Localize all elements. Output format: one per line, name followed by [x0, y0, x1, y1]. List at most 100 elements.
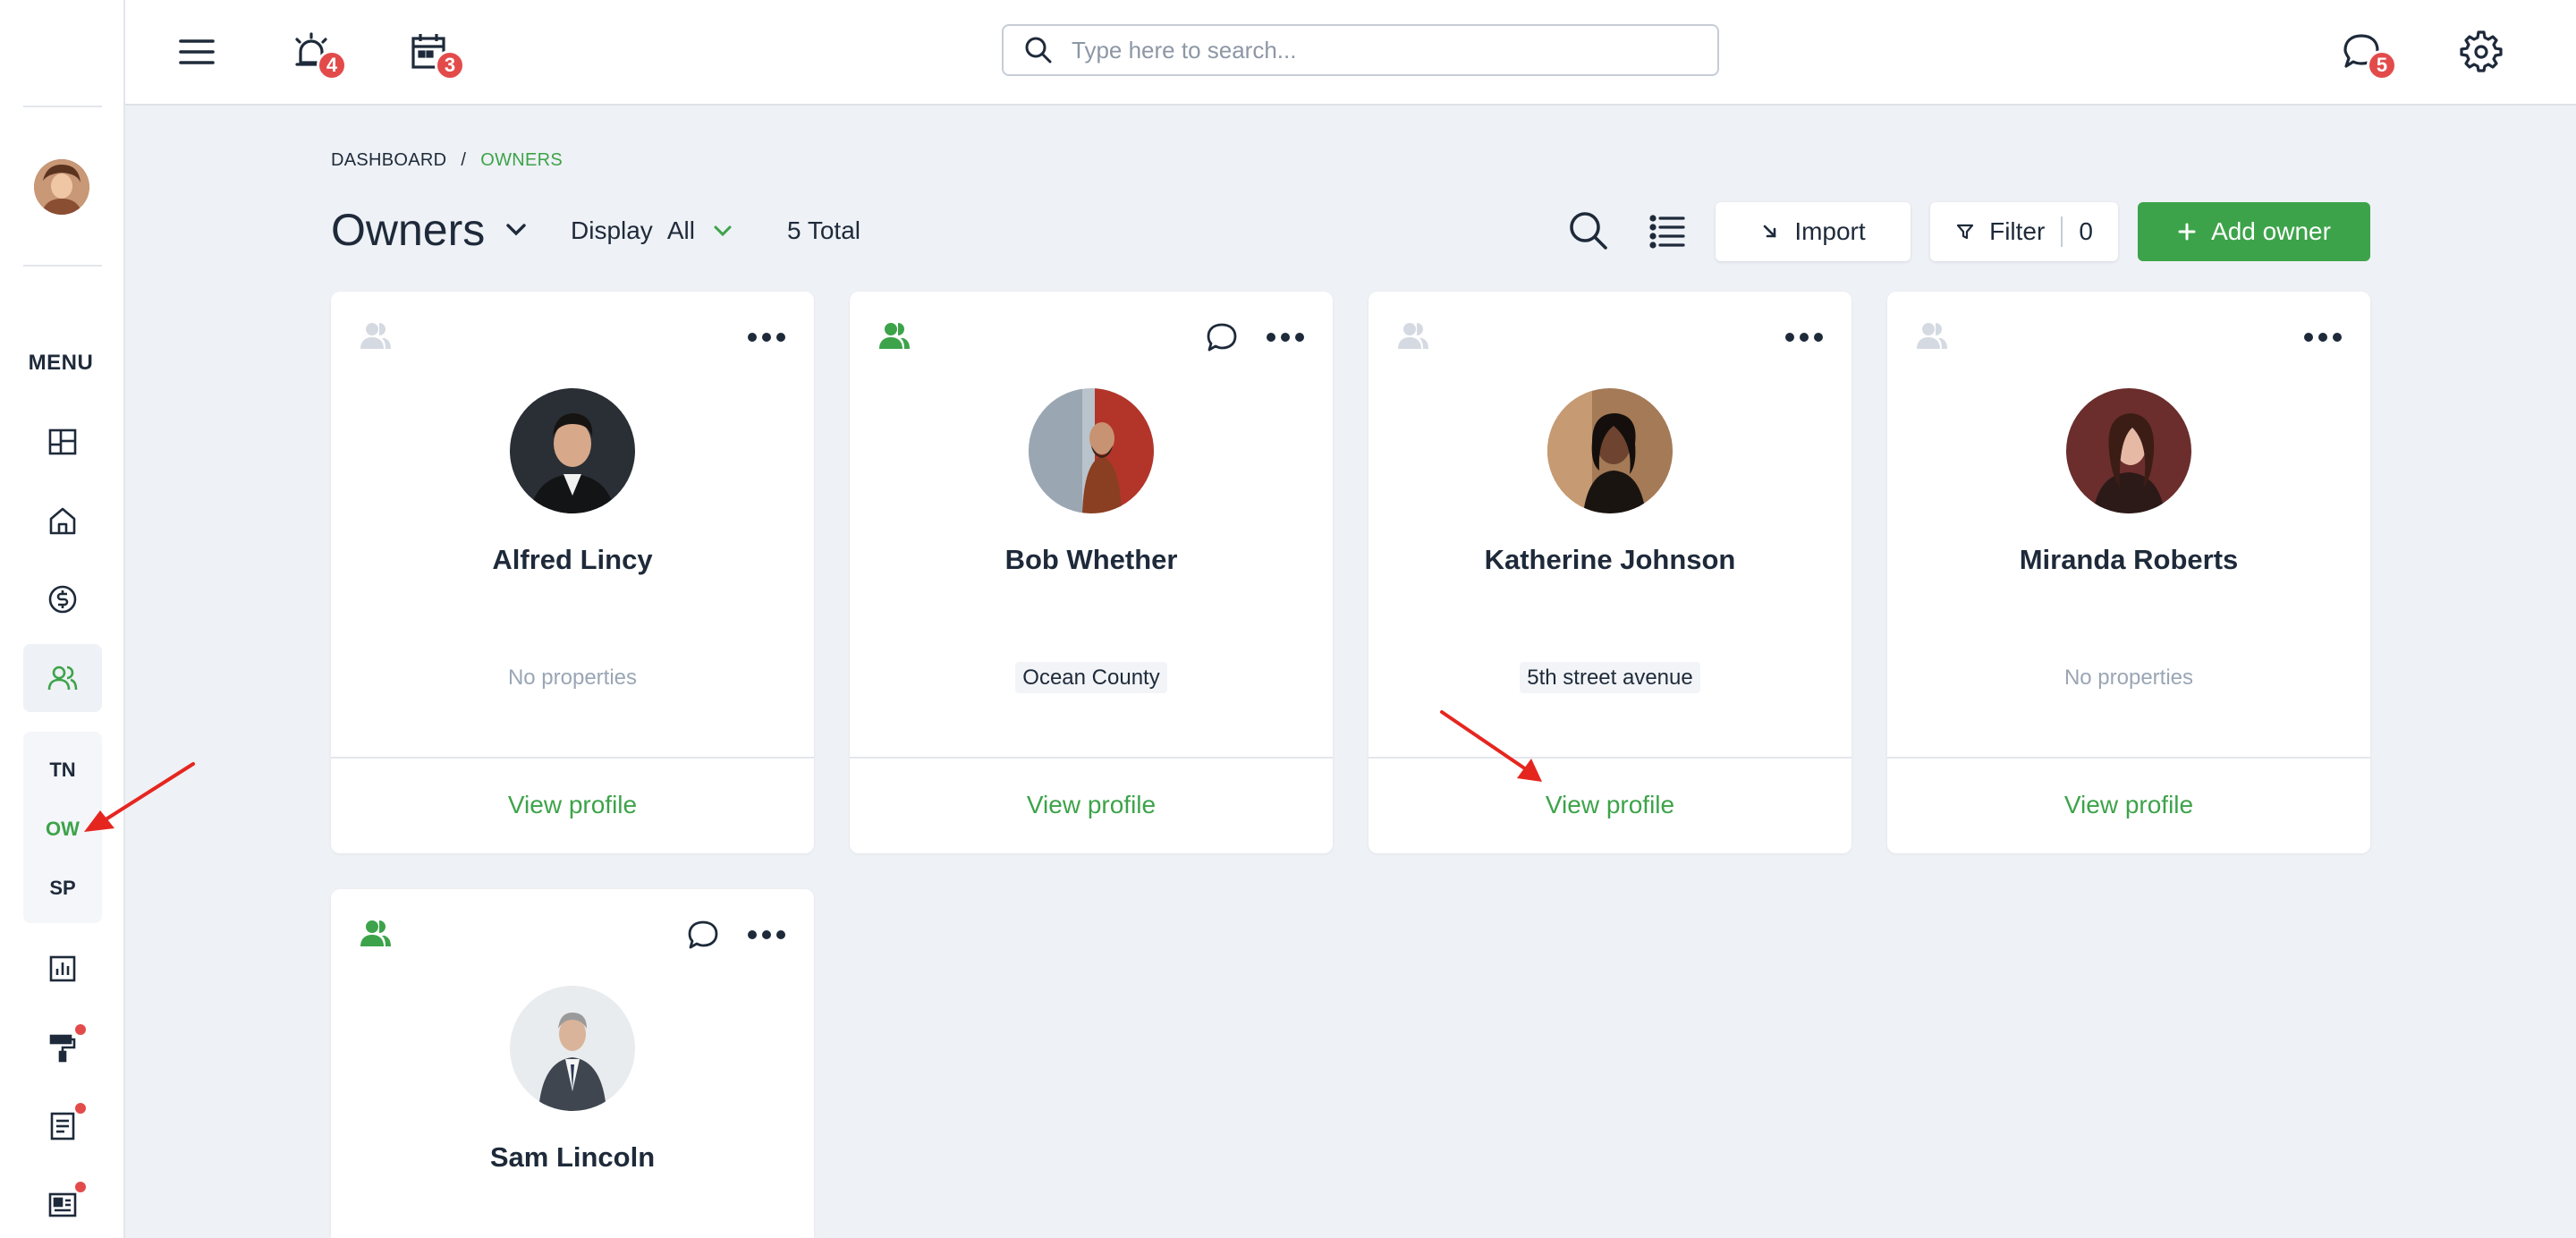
plus-icon [2178, 223, 2196, 241]
nav-properties[interactable] [23, 487, 102, 555]
list-view-button[interactable] [1642, 206, 1692, 256]
owner-name: Miranda Roberts [2019, 544, 2239, 575]
owner-inactive-icon [1398, 323, 1428, 349]
more-options-icon[interactable] [2301, 322, 2345, 352]
owner-card: Sam Lincoln [331, 889, 814, 1238]
display-value: All [666, 216, 695, 244]
owner-properties: No properties [331, 666, 814, 691]
messages-button[interactable]: 5 [2336, 27, 2397, 81]
breadcrumb-owners: OWNERS [480, 150, 564, 170]
owner-inactive-icon [360, 323, 391, 349]
property-tag[interactable]: Ocean County [1015, 662, 1167, 693]
owner-name: Katherine Johnson [1484, 544, 1736, 575]
owner-photo [2066, 388, 2191, 513]
more-options-icon[interactable] [744, 920, 789, 950]
dashboard-icon [48, 428, 77, 455]
owner-name: Bob Whether [1004, 544, 1178, 575]
breadcrumb-separator: / [461, 150, 467, 170]
calendar-button[interactable]: 3 [404, 27, 465, 81]
notification-dot [75, 1182, 86, 1192]
import-label: Import [1794, 217, 1866, 245]
property-tag[interactable]: 5th street avenue [1520, 662, 1700, 693]
view-profile-link[interactable]: View profile [331, 791, 814, 819]
nav-maintenance[interactable] [23, 1013, 102, 1081]
document-icon [50, 1112, 75, 1140]
owner-card: Alfred Lincy No properties View profile [331, 292, 814, 853]
funnel-icon [1956, 224, 1974, 240]
owner-name: Sam Lincoln [489, 1141, 656, 1173]
nav-documents[interactable] [23, 1092, 102, 1160]
notifications-badge: 4 [317, 50, 347, 81]
more-options-icon[interactable] [744, 322, 789, 352]
filter-button[interactable]: Filter 0 [1930, 202, 2118, 261]
breadcrumb: DASHBOARD / OWNERS [331, 150, 563, 171]
nav-people[interactable] [23, 644, 102, 712]
page-title: Owners [331, 205, 486, 255]
hamburger-menu-button[interactable] [172, 27, 222, 77]
view-profile-link[interactable]: View profile [1887, 791, 2370, 819]
sidebar-divider [23, 106, 102, 107]
owner-photo [510, 388, 635, 513]
gear-icon [2460, 30, 2503, 72]
bar-chart-icon [49, 955, 76, 982]
owner-name: Alfred Lincy [492, 544, 653, 575]
search-input[interactable] [1072, 36, 1680, 64]
menu-title: MENU [28, 351, 94, 375]
calendar-badge: 3 [435, 50, 465, 81]
card-divider [331, 757, 814, 759]
card-divider [850, 757, 1333, 759]
import-button[interactable]: Import [1716, 202, 1911, 261]
notifications-button[interactable]: 4 [286, 27, 347, 81]
nav-finance[interactable] [23, 565, 102, 633]
page-title-dropdown[interactable]: Owners [331, 204, 531, 256]
nav-reports[interactable] [23, 935, 102, 1003]
home-icon [49, 507, 76, 535]
chat-bubble-icon[interactable] [1204, 320, 1240, 356]
owner-active-icon [360, 920, 391, 946]
nav-listings[interactable] [23, 1171, 102, 1238]
list-icon [1649, 215, 1685, 249]
owner-active-icon [879, 323, 910, 349]
users-icon [47, 666, 78, 691]
owner-inactive-icon [1917, 323, 1947, 349]
display-filter[interactable]: Display All [571, 216, 736, 245]
display-label: Display [571, 216, 653, 244]
chevron-down-icon [714, 225, 732, 237]
filter-separator [2061, 216, 2063, 247]
more-options-icon[interactable] [1782, 322, 1826, 352]
owner-properties: 5th street avenue [1368, 662, 1852, 693]
add-owner-label: Add owner [2211, 217, 2331, 245]
add-owner-button[interactable]: Add owner [2138, 202, 2370, 261]
newspaper-icon [48, 1192, 77, 1217]
search-icon [1025, 37, 1052, 64]
no-properties-text: No properties [2063, 666, 2194, 690]
paint-roller-icon [49, 1034, 76, 1063]
import-arrow-icon [1764, 225, 1776, 238]
chat-bubble-icon[interactable] [685, 918, 721, 954]
view-profile-link[interactable]: View profile [850, 791, 1333, 819]
messages-badge: 5 [2367, 50, 2397, 81]
search-box[interactable] [1002, 24, 1719, 76]
owner-card: Miranda Roberts No properties View profi… [1887, 292, 2370, 853]
owner-photo [1547, 388, 1673, 513]
owner-properties: No properties [1887, 666, 2370, 691]
owner-properties: Ocean County [850, 662, 1333, 693]
total-count: 5 Total [787, 216, 860, 244]
view-profile-link[interactable]: View profile [1368, 791, 1852, 819]
settings-button[interactable] [2456, 27, 2506, 77]
annotation-arrow-icon [84, 762, 195, 832]
search-icon [1570, 212, 1607, 250]
owner-card: Bob Whether Ocean County View profile [850, 292, 1333, 853]
search-owners-button[interactable] [1563, 206, 1614, 256]
subnav-service-pros[interactable]: SP [23, 877, 102, 900]
more-options-icon[interactable] [1263, 322, 1308, 352]
notification-dot [75, 1103, 86, 1114]
nav-dashboard[interactable] [23, 408, 102, 476]
hamburger-icon [179, 39, 215, 64]
user-avatar[interactable] [34, 159, 89, 215]
breadcrumb-dashboard[interactable]: DASHBOARD [331, 150, 446, 171]
no-properties-text: No properties [507, 666, 638, 690]
notification-dot [75, 1024, 86, 1035]
sidebar-divider [23, 265, 102, 267]
owner-photo [1029, 388, 1154, 513]
